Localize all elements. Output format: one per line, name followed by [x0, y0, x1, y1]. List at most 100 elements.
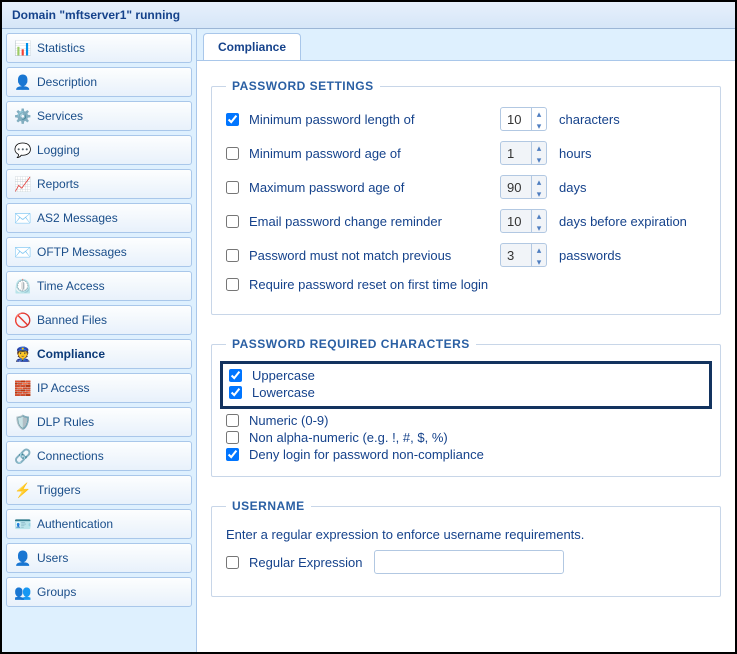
min-length-unit: characters	[559, 112, 620, 127]
min-age-input[interactable]	[501, 142, 531, 164]
sidebar-item-logging[interactable]: 💬Logging	[6, 135, 192, 165]
sidebar: 📊 Statistics 👤Description ⚙️Services 💬Loggin…	[2, 29, 197, 652]
deny-checkbox[interactable]	[226, 448, 239, 461]
no-match-prev-unit: passwords	[559, 248, 621, 263]
row-deny: Deny login for password non-compliance	[226, 447, 706, 462]
max-age-spinner[interactable]: ▴▾	[500, 175, 547, 199]
reminder-input[interactable]	[501, 210, 531, 232]
numeric-checkbox[interactable]	[226, 414, 239, 427]
sidebar-item-label: Services	[37, 109, 83, 123]
sidebar-item-label: Triggers	[37, 483, 81, 497]
min-length-input[interactable]	[501, 108, 531, 130]
min-age-spinner[interactable]: ▴▾	[500, 141, 547, 165]
time-access-icon: ⏲️	[15, 278, 31, 294]
sidebar-item-authentication[interactable]: 🪪 Authentication	[6, 509, 192, 539]
reset-first-label: Require password reset on first time log…	[249, 277, 488, 292]
chevron-up-icon[interactable]: ▴	[532, 210, 546, 222]
sidebar-item-services[interactable]: ⚙️Services	[6, 101, 192, 131]
panel-compliance: PASSWORD SETTINGS Minimum password lengt…	[197, 60, 735, 652]
no-match-prev-input[interactable]	[501, 244, 531, 266]
tabbar: Compliance	[197, 29, 735, 60]
row-max-age: Maximum password age of ▴▾ days	[226, 175, 706, 199]
max-age-checkbox[interactable]	[226, 181, 239, 194]
authentication-icon: 🪪	[15, 516, 31, 532]
sidebar-item-label: IP Access	[37, 381, 89, 395]
reminder-spinner[interactable]: ▴▾	[500, 209, 547, 233]
tab-compliance[interactable]: Compliance	[203, 33, 301, 60]
titlebar: Domain "mftserver1" running	[2, 2, 735, 29]
lowercase-label: Lowercase	[252, 385, 315, 400]
sidebar-item-connections[interactable]: 🔗 Connections	[6, 441, 192, 471]
chevron-down-icon[interactable]: ▾	[532, 120, 546, 131]
chevron-down-icon[interactable]: ▾	[532, 256, 546, 267]
lowercase-checkbox[interactable]	[229, 386, 242, 399]
groups-icon: 👥	[15, 584, 31, 600]
sidebar-item-reports[interactable]: 📈Reports	[6, 169, 192, 199]
sidebar-item-label: Users	[37, 551, 68, 565]
row-numeric: Numeric (0-9)	[226, 413, 706, 428]
min-length-spinner[interactable]: ▴▾	[500, 107, 547, 131]
row-reminder: Email password change reminder ▴▾ days b…	[226, 209, 706, 233]
chevron-down-icon[interactable]: ▾	[532, 188, 546, 199]
spinner-arrows[interactable]: ▴▾	[531, 244, 546, 266]
no-match-prev-checkbox[interactable]	[226, 249, 239, 262]
sidebar-item-statistics[interactable]: 📊 Statistics	[6, 33, 192, 63]
sidebar-item-ip-access[interactable]: 🧱 IP Access	[6, 373, 192, 403]
spinner-arrows[interactable]: ▴▾	[531, 176, 546, 198]
max-age-input[interactable]	[501, 176, 531, 198]
min-age-checkbox[interactable]	[226, 147, 239, 160]
sidebar-item-as2-messages[interactable]: ✉️AS2 Messages	[6, 203, 192, 233]
spinner-arrows[interactable]: ▴▾	[531, 210, 546, 232]
sidebar-item-label: OFTP Messages	[37, 245, 127, 259]
reminder-checkbox[interactable]	[226, 215, 239, 228]
sidebar-item-dlp-rules[interactable]: 🛡️DLP Rules	[6, 407, 192, 437]
oftp-messages-icon: ✉️	[15, 244, 31, 260]
sidebar-item-label: Authentication	[37, 517, 113, 531]
username-legend: USERNAME	[226, 499, 311, 513]
sidebar-item-description[interactable]: 👤Description	[6, 67, 192, 97]
reports-icon: 📈	[15, 176, 31, 192]
as2-messages-icon: ✉️	[15, 210, 31, 226]
sidebar-item-label: Statistics	[37, 41, 85, 55]
sidebar-item-label: Time Access	[37, 279, 105, 293]
ip-access-icon: 🧱	[15, 380, 31, 396]
uppercase-checkbox[interactable]	[229, 369, 242, 382]
statistics-icon: 📊	[15, 40, 31, 56]
no-match-prev-spinner[interactable]: ▴▾	[500, 243, 547, 267]
dlp-rules-icon: 🛡️	[15, 414, 31, 430]
reminder-unit: days before expiration	[559, 214, 687, 229]
nonalpha-checkbox[interactable]	[226, 431, 239, 444]
uppercase-label: Uppercase	[252, 368, 315, 383]
sidebar-item-oftp-messages[interactable]: ✉️ OFTP Messages	[6, 237, 192, 267]
chevron-down-icon[interactable]: ▾	[532, 222, 546, 233]
sidebar-item-time-access[interactable]: ⏲️ Time Access	[6, 271, 192, 301]
chevron-up-icon[interactable]: ▴	[532, 108, 546, 120]
row-regex: Regular Expression	[226, 550, 706, 574]
chevron-down-icon[interactable]: ▾	[532, 154, 546, 165]
sidebar-item-banned-files[interactable]: 🚫Banned Files	[6, 305, 192, 335]
sidebar-item-users[interactable]: 👤 Users	[6, 543, 192, 573]
password-settings-fieldset: PASSWORD SETTINGS Minimum password lengt…	[211, 79, 721, 315]
spinner-arrows[interactable]: ▴▾	[531, 142, 546, 164]
users-icon: 👤	[15, 550, 31, 566]
reset-first-checkbox[interactable]	[226, 278, 239, 291]
connections-icon: 🔗	[15, 448, 31, 464]
row-lowercase: Lowercase	[229, 385, 703, 400]
spinner-arrows[interactable]: ▴▾	[531, 108, 546, 130]
description-icon: 👤	[15, 74, 31, 90]
row-reset-first: Require password reset on first time log…	[226, 277, 706, 292]
regex-checkbox[interactable]	[226, 556, 239, 569]
chevron-up-icon[interactable]: ▴	[532, 176, 546, 188]
chevron-up-icon[interactable]: ▴	[532, 244, 546, 256]
required-chars-fieldset: PASSWORD REQUIRED CHARACTERS Uppercase L…	[211, 337, 721, 477]
logging-icon: 💬	[15, 142, 31, 158]
sidebar-item-compliance[interactable]: 👮Compliance	[6, 339, 192, 369]
row-nonalpha: Non alpha-numeric (e.g. !, #, $, %)	[226, 430, 706, 445]
regex-input[interactable]	[374, 550, 564, 574]
sidebar-item-label: Connections	[37, 449, 104, 463]
sidebar-item-groups[interactable]: 👥Groups	[6, 577, 192, 607]
min-length-checkbox[interactable]	[226, 113, 239, 126]
nonalpha-label: Non alpha-numeric (e.g. !, #, $, %)	[249, 430, 448, 445]
sidebar-item-triggers[interactable]: ⚡Triggers	[6, 475, 192, 505]
chevron-up-icon[interactable]: ▴	[532, 142, 546, 154]
